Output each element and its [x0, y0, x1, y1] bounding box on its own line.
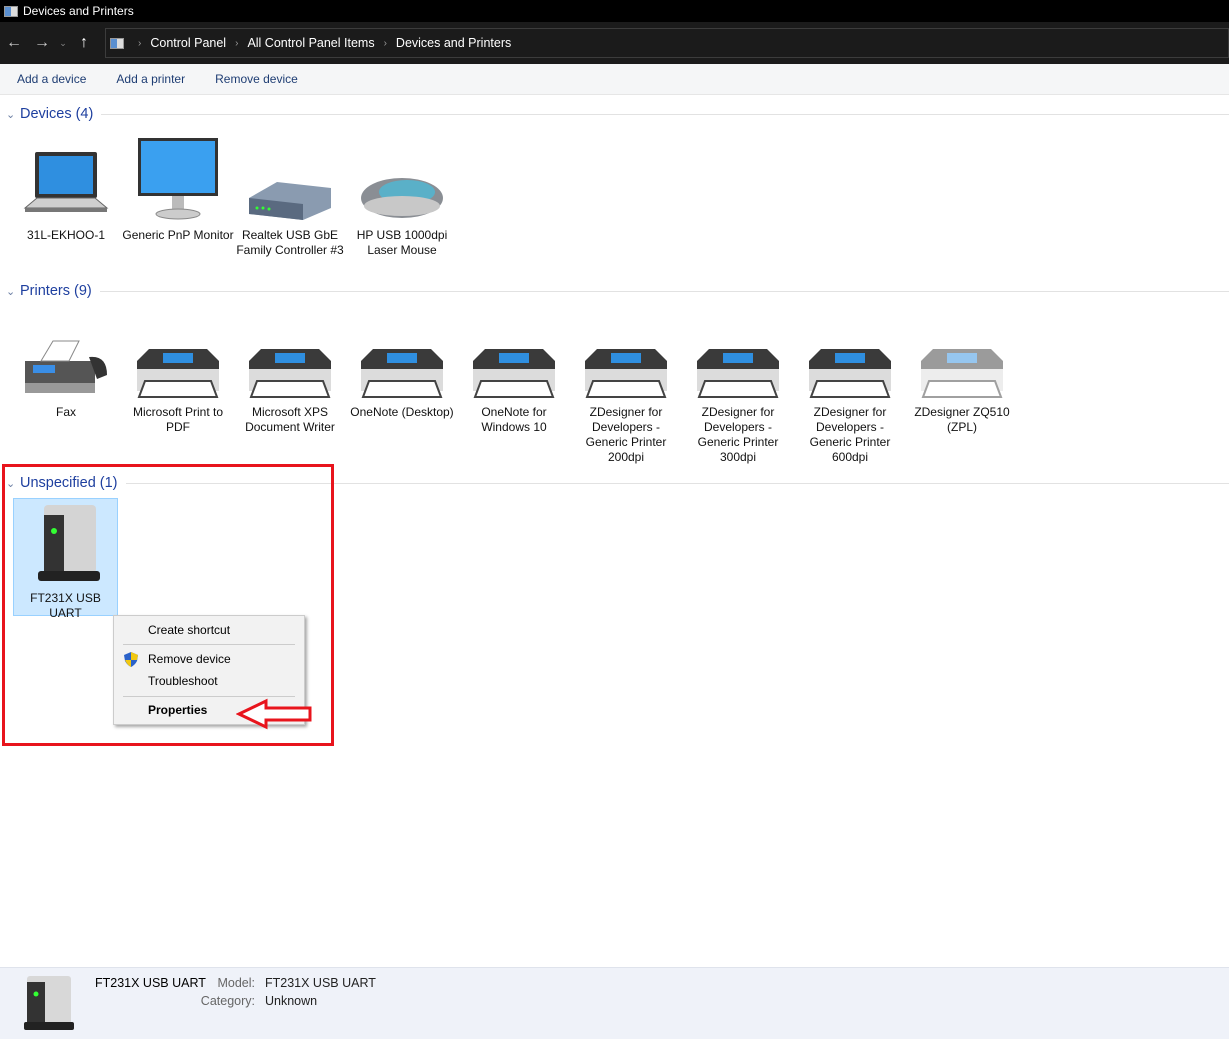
menu-remove-device[interactable]: Remove device	[116, 648, 302, 670]
up-arrow-icon[interactable]: ↑	[70, 34, 98, 52]
category-label: Category:	[175, 994, 255, 1008]
group-header[interactable]: ⌄Unspecified (1)	[0, 473, 1229, 493]
forward-arrow-icon[interactable]: →	[28, 34, 56, 52]
printer-icon	[570, 313, 682, 405]
device-label: Realtek USB GbE Family Controller #3	[234, 228, 346, 258]
add-device-button[interactable]: Add a device	[17, 72, 86, 86]
model-value: FT231X USB UART	[265, 976, 376, 990]
breadcrumb-separator: ›	[235, 38, 238, 49]
devices-printers-icon	[4, 6, 18, 17]
monitor-icon	[122, 136, 234, 228]
menu-troubleshoot[interactable]: Troubleshoot	[116, 670, 302, 692]
group-header[interactable]: ⌄Devices (4)	[0, 104, 1229, 124]
device-item[interactable]: 31L-EKHOO-1	[10, 136, 122, 243]
uac-shield-icon	[124, 652, 138, 667]
network-adapter-icon	[234, 136, 346, 228]
device-label: 31L-EKHOO-1	[10, 228, 122, 243]
device-label: OneNote for Windows 10	[458, 405, 570, 435]
address-bar[interactable]: › Control Panel › All Control Panel Item…	[105, 28, 1229, 58]
menu-create-shortcut[interactable]: Create shortcut	[116, 619, 302, 641]
device-item[interactable]: Generic PnP Monitor	[122, 136, 234, 243]
device-label: Microsoft Print to PDF	[122, 405, 234, 435]
device-item[interactable]: ZDesigner ZQ510 (ZPL)	[906, 313, 1018, 435]
menu-separator	[123, 644, 295, 645]
group-title: Devices (4)	[20, 106, 93, 122]
chevron-down-icon[interactable]: ⌄	[6, 108, 20, 121]
device-item[interactable]: Fax	[10, 313, 122, 420]
printer-icon	[458, 313, 570, 405]
device-label: Microsoft XPS Document Writer	[234, 405, 346, 435]
device-item[interactable]: ZDesigner for Developers - Generic Print…	[682, 313, 794, 465]
device-label: ZDesigner for Developers - Generic Print…	[794, 405, 906, 465]
group-divider	[100, 291, 1229, 292]
device-label: FT231X USB UART	[14, 591, 117, 621]
group-header[interactable]: ⌄Printers (9)	[0, 281, 1229, 301]
back-arrow-icon[interactable]: ←	[0, 34, 28, 52]
details-pane: FT231X USB UART Model: FT231X USB UART C…	[0, 967, 1229, 1039]
device-label: OneNote (Desktop)	[346, 405, 458, 420]
device-item[interactable]: Realtek USB GbE Family Controller #3	[234, 136, 346, 258]
command-bar: Add a device Add a printer Remove device	[0, 64, 1229, 95]
breadcrumb-all-items[interactable]: All Control Panel Items	[247, 36, 374, 50]
model-label: Model:	[175, 976, 255, 990]
device-item[interactable]: ZDesigner for Developers - Generic Print…	[570, 313, 682, 465]
printer-icon	[122, 313, 234, 405]
mouse-icon	[346, 136, 458, 228]
control-panel-icon	[110, 38, 124, 49]
breadcrumb-devices-printers[interactable]: Devices and Printers	[396, 36, 511, 50]
printer-offline-icon	[906, 313, 1018, 405]
laptop-icon	[10, 136, 122, 228]
chevron-down-icon[interactable]: ⌄	[6, 477, 20, 490]
group-divider	[101, 114, 1229, 115]
device-item[interactable]: HP USB 1000dpi Laser Mouse	[346, 136, 458, 258]
window-title: Devices and Printers	[23, 4, 134, 18]
breadcrumb-separator: ›	[138, 38, 141, 49]
fax-icon	[10, 313, 122, 405]
printer-icon	[794, 313, 906, 405]
recent-chevron-down-icon[interactable]: ⌄	[56, 38, 70, 49]
group-divider	[126, 483, 1229, 484]
device-label: ZDesigner for Developers - Generic Print…	[570, 405, 682, 465]
category-value: Unknown	[265, 994, 317, 1008]
group-title: Unspecified (1)	[20, 475, 118, 491]
printer-icon	[346, 313, 458, 405]
group-title: Printers (9)	[20, 283, 92, 299]
drive-icon	[24, 974, 74, 1034]
navigation-bar: ← → ⌄ ↑ › Control Panel › All Control Pa…	[0, 22, 1229, 64]
device-item[interactable]: ZDesigner for Developers - Generic Print…	[794, 313, 906, 465]
breadcrumb-separator: ›	[384, 38, 387, 49]
device-item[interactable]: OneNote (Desktop)	[346, 313, 458, 420]
device-item[interactable]: Microsoft Print to PDF	[122, 313, 234, 435]
device-item[interactable]: OneNote for Windows 10	[458, 313, 570, 435]
device-label: Generic PnP Monitor	[122, 228, 234, 243]
chevron-down-icon[interactable]: ⌄	[6, 285, 20, 298]
remove-device-button[interactable]: Remove device	[215, 72, 298, 86]
red-arrow-annotation-icon	[236, 698, 314, 730]
title-bar: Devices and Printers	[0, 0, 1229, 22]
printer-icon	[234, 313, 346, 405]
device-label: Fax	[10, 405, 122, 420]
device-label: HP USB 1000dpi Laser Mouse	[346, 228, 458, 258]
drive-icon	[14, 499, 117, 591]
device-label: ZDesigner ZQ510 (ZPL)	[906, 405, 1018, 435]
device-item[interactable]: Microsoft XPS Document Writer	[234, 313, 346, 435]
breadcrumb-control-panel[interactable]: Control Panel	[150, 36, 226, 50]
menu-separator	[123, 696, 295, 697]
device-label: ZDesigner for Developers - Generic Print…	[682, 405, 794, 465]
device-item[interactable]: FT231X USB UART	[13, 498, 118, 616]
add-printer-button[interactable]: Add a printer	[116, 72, 185, 86]
printer-icon	[682, 313, 794, 405]
menu-remove-device-label: Remove device	[148, 652, 231, 666]
